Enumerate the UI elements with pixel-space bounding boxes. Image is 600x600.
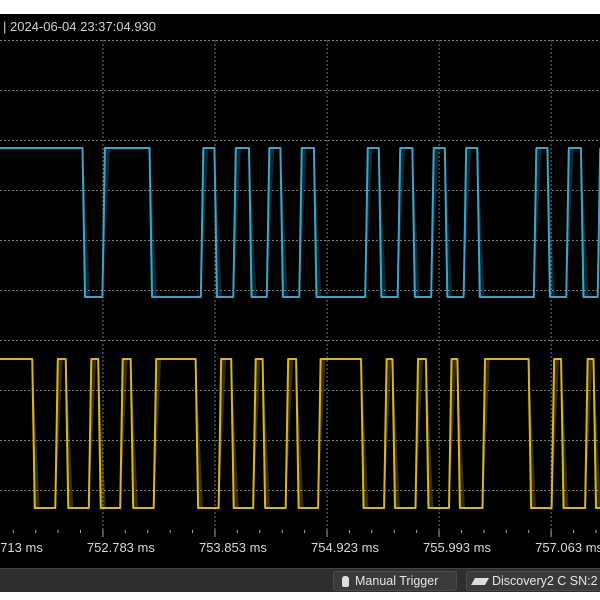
capture-header: | 2024-06-04 23:37:04.930 <box>0 14 600 40</box>
status-bar: Manual Trigger Discovery2 C SN:2 <box>0 568 600 592</box>
x-tick-label: 752.783 ms <box>86 540 155 555</box>
x-tick-label: 753.853 ms <box>198 540 267 555</box>
manual-trigger-button[interactable]: Manual Trigger <box>333 571 457 591</box>
x-tick-label: 751.713 ms <box>0 540 43 555</box>
device-icon <box>470 578 490 585</box>
scope-plot-area[interactable] <box>0 40 600 530</box>
x-tick-label: 757.063 ms <box>535 540 600 555</box>
manual-trigger-label: Manual Trigger <box>355 574 439 588</box>
x-tick-label: 754.923 ms <box>311 540 379 555</box>
scope-plot[interactable] <box>0 40 600 530</box>
time-axis: 751.713 ms 752.783 ms 753.853 ms 754.923… <box>0 530 600 568</box>
time-axis-ticks <box>12 530 597 537</box>
device-label: Discovery2 C SN:2 <box>492 574 598 588</box>
capture-timestamp: | 2024-06-04 23:37:04.930 <box>3 19 157 34</box>
x-tick-label: 755.993 ms <box>423 540 491 555</box>
channel-1-trace <box>0 147 600 298</box>
device-button[interactable]: Discovery2 C SN:2 <box>466 571 600 591</box>
page-margin-top <box>0 0 600 14</box>
traces <box>0 147 600 509</box>
hand-pointer-icon <box>342 576 349 587</box>
page-margin-bottom <box>0 592 600 600</box>
